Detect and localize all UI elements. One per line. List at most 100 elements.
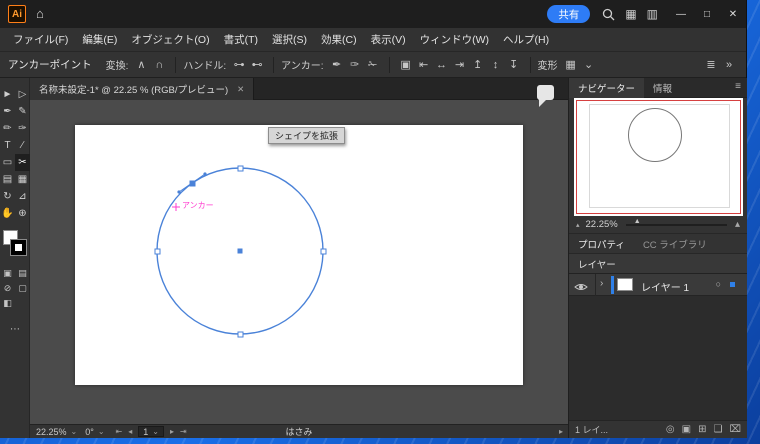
status-expand-icon[interactable]: ▸ [559, 427, 563, 436]
clipping-mask-icon[interactable]: ▣ [682, 424, 691, 435]
zoom-out-icon[interactable]: ▴ [576, 221, 580, 229]
menu-help[interactable]: ヘルプ(H) [496, 32, 556, 47]
tab-properties[interactable]: プロパティ [569, 237, 634, 251]
navigator-preview[interactable] [574, 98, 743, 216]
align-center-button[interactable]: ↔ [434, 56, 450, 74]
convert-corner-button[interactable]: ∧ [133, 56, 149, 74]
screen-mode-button[interactable]: ◧ [0, 296, 15, 311]
gradient-tool[interactable]: ▤ [0, 171, 15, 188]
tab-cc-libraries[interactable]: CC ライブラリ [634, 237, 716, 251]
locate-object-icon[interactable]: ◎ [666, 424, 675, 435]
delete-layer-icon[interactable]: ⌧ [729, 424, 741, 435]
align-left-button[interactable]: ⇤ [416, 56, 432, 74]
isolate-selection-button[interactable]: ▣ [398, 56, 414, 74]
zoom-caret-icon[interactable]: ⌄ [71, 427, 78, 436]
anchor-point-right[interactable] [320, 248, 327, 255]
transform-label[interactable]: 変形 [538, 57, 558, 72]
artboard-caret-icon[interactable]: ⌄ [152, 427, 159, 436]
handle-end[interactable] [177, 190, 181, 194]
add-anchor-button[interactable]: ✑ [347, 56, 363, 74]
curvature-tool[interactable]: ✎ [15, 103, 30, 120]
color-button[interactable]: ▣ [0, 266, 15, 281]
transform-menu-icon[interactable]: ⌄ [581, 56, 597, 74]
none-button[interactable]: ⊘ [0, 281, 15, 296]
home-icon[interactable]: ⌂ [36, 4, 44, 24]
line-tool[interactable]: ∕ [15, 137, 30, 154]
tab-info[interactable]: 情報 [644, 78, 681, 98]
align-bottom-button[interactable]: ↧ [506, 56, 522, 74]
tab-close-icon[interactable]: ✕ [237, 84, 244, 95]
search-icon[interactable] [602, 8, 615, 21]
anchor-point-left[interactable] [154, 248, 161, 255]
scale-tool[interactable]: ⊿ [15, 188, 30, 205]
new-sublayer-icon[interactable]: ⊞ [698, 424, 706, 435]
close-button[interactable]: ✕ [720, 0, 746, 28]
artboard-number-field[interactable]: 1 ⌄ [138, 426, 164, 437]
type-tool[interactable]: T [0, 137, 15, 154]
remove-anchor-button[interactable]: ✒ [329, 56, 345, 74]
gradient-button[interactable]: ▤ [15, 266, 30, 281]
layer-thumbnail[interactable] [617, 278, 633, 291]
zoom-tool[interactable]: ⊕ [15, 205, 30, 222]
handle-end[interactable] [203, 172, 207, 176]
navigator-proxy-view[interactable] [576, 100, 741, 214]
rotate-tool[interactable]: ↻ [0, 188, 15, 205]
rotation-caret-icon[interactable]: ⌄ [98, 427, 105, 436]
zoom-slider-thumb[interactable]: ▲ [634, 218, 641, 225]
hand-tool[interactable]: ✋ [0, 205, 15, 222]
collapse-panels-icon[interactable]: » [721, 56, 737, 74]
transform-grid-icon[interactable]: ▦ [563, 56, 579, 74]
layers-panel-header[interactable]: レイヤー [569, 254, 747, 274]
menu-file[interactable]: ファイル(F) [6, 32, 75, 47]
layer-name[interactable]: レイヤー 1 [641, 279, 689, 294]
cut-path-button[interactable]: ✁ [365, 56, 381, 74]
arrange-documents-icon[interactable]: ▦ [625, 7, 636, 21]
disclosure-icon[interactable]: › [600, 278, 603, 289]
hide-handles-button[interactable]: ⊷ [249, 56, 265, 74]
first-artboard-icon[interactable]: ⇤ [116, 427, 123, 436]
scissors-tool[interactable]: ✂ [15, 154, 30, 171]
tab-navigator[interactable]: ナビゲーター [569, 77, 645, 98]
menu-view[interactable]: 表示(V) [364, 32, 413, 47]
edit-toolbar-button[interactable]: ⋯ [0, 324, 30, 335]
zoom-in-icon[interactable]: ▴ [735, 219, 740, 230]
menu-object[interactable]: オブジェクト(O) [124, 32, 216, 47]
comments-icon[interactable] [537, 85, 554, 107]
center-point[interactable] [237, 248, 243, 254]
draw-mode-button[interactable]: ▢ [15, 281, 30, 296]
prev-artboard-icon[interactable]: ◂ [128, 427, 132, 436]
document-tab[interactable]: 名称未設定-1* @ 22.25 % (RGB/プレビュー) ✕ [30, 78, 255, 100]
menu-effect[interactable]: 効果(C) [314, 32, 364, 47]
share-button[interactable]: 共有 [547, 5, 591, 23]
pen-tool[interactable]: ✒ [0, 103, 15, 120]
canvas-area[interactable]: シェイプを拡張 アンカー [30, 100, 568, 424]
menu-edit[interactable]: 編集(E) [75, 32, 124, 47]
stroke-color-swatch[interactable] [11, 240, 26, 255]
workspace-switcher-icon[interactable]: ▥ [647, 7, 658, 21]
navigator-zoom-value[interactable]: 22.25% [586, 219, 618, 230]
pencil-tool[interactable]: ✑ [15, 120, 30, 137]
anchor-point-selected[interactable] [189, 180, 196, 187]
align-top-button[interactable]: ↥ [470, 56, 486, 74]
target-circle-icon[interactable]: ○ [716, 279, 721, 289]
direct-selection-tool[interactable]: ▷ [15, 86, 30, 103]
visibility-eye-icon[interactable] [574, 279, 590, 291]
paintbrush-tool[interactable]: ✏ [0, 120, 15, 137]
menu-select[interactable]: 選択(S) [265, 32, 314, 47]
show-handles-button[interactable]: ⊶ [231, 56, 247, 74]
zoom-level[interactable]: 22.25% [36, 427, 67, 437]
menu-window[interactable]: ウィンドウ(W) [413, 32, 496, 47]
menu-type[interactable]: 書式(T) [217, 32, 265, 47]
align-middle-button[interactable]: ↕ [488, 56, 504, 74]
mesh-tool[interactable]: ▦ [15, 171, 30, 188]
layer-row[interactable]: › レイヤー 1 ○ [569, 274, 747, 296]
last-artboard-icon[interactable]: ⇥ [180, 427, 187, 436]
rectangle-tool[interactable]: ▭ [0, 154, 15, 171]
minimize-button[interactable]: — [668, 0, 694, 28]
align-right-button[interactable]: ⇥ [452, 56, 468, 74]
selection-indicator[interactable] [730, 282, 735, 287]
next-artboard-icon[interactable]: ▸ [170, 427, 174, 436]
rotation-value[interactable]: 0° [85, 427, 94, 437]
selection-tool[interactable]: ► [0, 86, 15, 103]
anchor-point-top[interactable] [237, 165, 244, 172]
